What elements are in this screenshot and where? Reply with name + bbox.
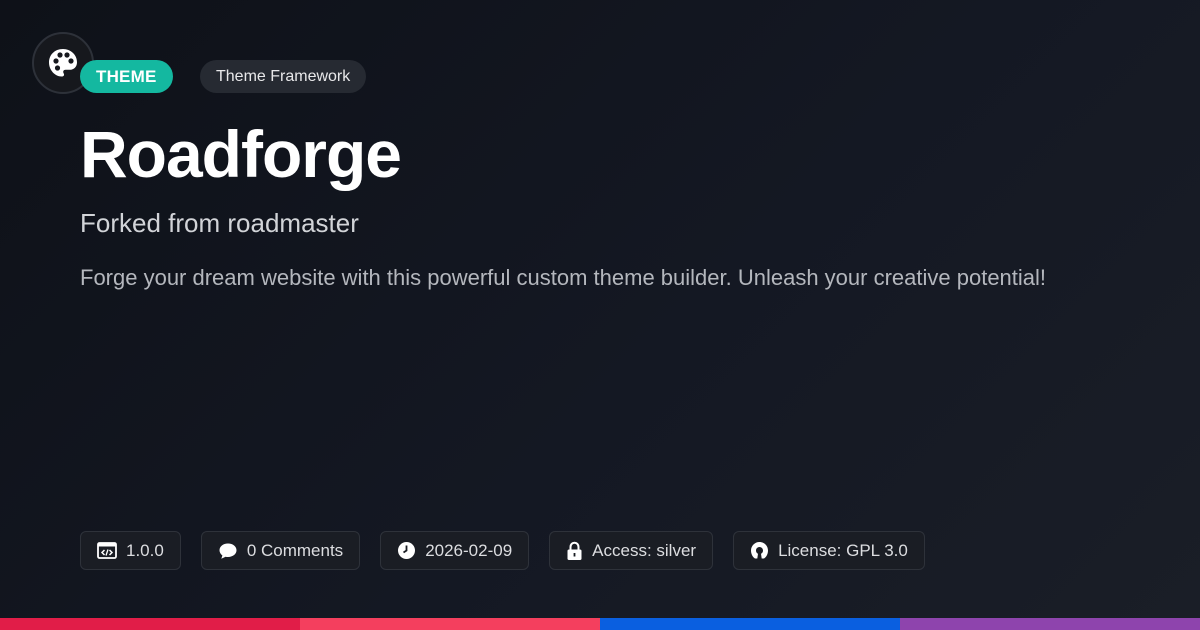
color-stripe-segment xyxy=(900,618,1200,630)
category-badge: Theme Framework xyxy=(200,60,367,93)
meta-access: Access: silver xyxy=(549,531,714,570)
type-badge: THEME xyxy=(80,60,173,93)
clock-icon xyxy=(398,542,416,559)
meta-access-text: Access: silver xyxy=(592,540,697,560)
comment-icon xyxy=(219,543,237,559)
lock-icon xyxy=(567,541,582,560)
page-title: Roadforge xyxy=(80,117,402,191)
meta-license-text: License: GPL 3.0 xyxy=(778,540,908,560)
page-description: Forge your dream website with this power… xyxy=(80,265,1047,290)
meta-comments: 0 Comments xyxy=(200,531,361,570)
code-icon xyxy=(97,542,117,559)
meta-comments-text: 0 Comments xyxy=(246,540,344,560)
meta-version-text: 1.0.0 xyxy=(126,540,164,560)
meta-date: 2026-02-09 xyxy=(380,531,530,570)
page-subtitle: Forked from roadmaster xyxy=(80,208,359,238)
color-stripe-segment xyxy=(0,618,300,630)
color-stripe-segment xyxy=(600,618,900,630)
color-stripe-segment xyxy=(300,618,600,630)
meta-license: License: GPL 3.0 xyxy=(733,531,925,570)
meta-date-text: 2026-02-09 xyxy=(425,540,513,560)
meta-row: 1.0.0 0 Comments 2026-02-09 Access: silv… xyxy=(80,531,925,570)
open-source-icon xyxy=(751,542,769,559)
palette-icon xyxy=(49,49,77,77)
meta-version: 1.0.0 xyxy=(80,531,181,570)
color-stripe xyxy=(0,618,1200,630)
